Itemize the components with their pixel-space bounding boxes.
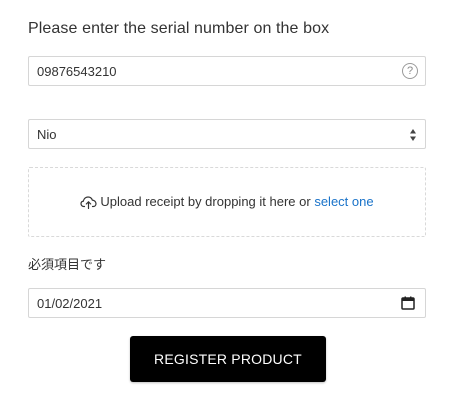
brand-select[interactable]: Nio bbox=[28, 119, 426, 149]
calendar-icon[interactable] bbox=[401, 296, 415, 310]
select-file-link[interactable]: select one bbox=[314, 194, 373, 209]
select-arrows-icon bbox=[410, 129, 416, 141]
serial-number-value: 09876543210 bbox=[37, 64, 117, 79]
receipt-dropzone[interactable]: Upload receipt by dropping it here or se… bbox=[28, 167, 426, 237]
date-input[interactable]: 01/02/2021 bbox=[28, 288, 426, 318]
register-product-form: Please enter the serial number on the bo… bbox=[0, 0, 459, 408]
register-product-button[interactable]: REGISTER PRODUCT bbox=[130, 336, 326, 382]
help-icon[interactable]: ? bbox=[402, 63, 418, 79]
dropzone-content: Upload receipt by dropping it here or se… bbox=[29, 194, 425, 209]
brand-selected-value: Nio bbox=[37, 127, 57, 142]
date-value: 01/02/2021 bbox=[37, 296, 103, 311]
cloud-upload-icon bbox=[80, 196, 98, 209]
serial-number-prompt: Please enter the serial number on the bo… bbox=[28, 20, 330, 37]
dropzone-text: Upload receipt by dropping it here or bbox=[100, 194, 311, 209]
serial-number-input[interactable]: 09876543210 ? bbox=[28, 56, 426, 86]
required-field-label: 必須項目です bbox=[28, 257, 107, 272]
